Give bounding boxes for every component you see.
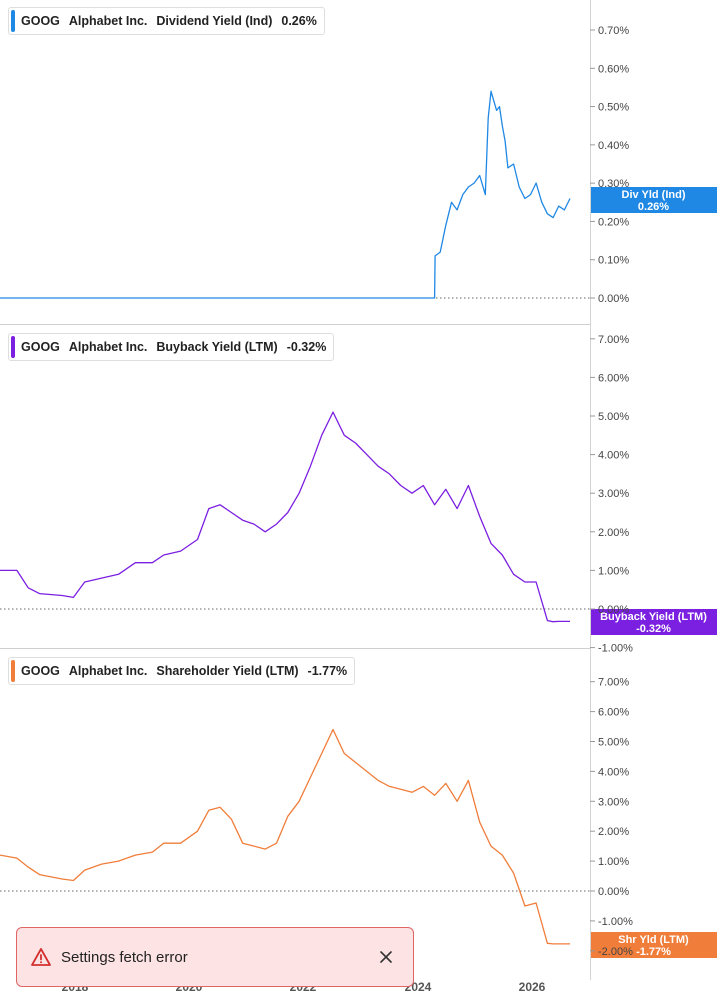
y-tick-label: 0.30%: [598, 178, 629, 190]
y-tick-label: 7.00%: [598, 677, 629, 689]
charts-svg: 0.00% 0.10% 0.20% 0.30% 0.40% 0.50% 0.60% 0.70%…: [0, 25, 633, 958]
x-tick-label: 2026: [518, 980, 546, 994]
y-tick-label: 0.40%: [598, 140, 629, 152]
series-line-dividend: [0, 90, 571, 299]
y-tick-label: 0.00%: [598, 886, 629, 898]
y-tick-label: 7.00%: [598, 334, 629, 346]
y-tick-label: 2.00%: [598, 527, 629, 539]
y-tick-label: 0.50%: [598, 102, 629, 114]
series-line-shareholder: [0, 728, 570, 945]
y-tick-label: 1.00%: [598, 856, 629, 868]
series-line-buyback: [0, 411, 570, 623]
close-icon[interactable]: [379, 950, 393, 964]
y-tick-label: -1.00%: [598, 643, 633, 655]
y-tick-label: 6.00%: [598, 372, 629, 384]
y-tick-label: 5.00%: [598, 737, 629, 749]
y-tick-label: -2.00%: [598, 946, 633, 958]
y-tick-label: 0.60%: [598, 63, 629, 75]
error-toast: Settings fetch error: [16, 927, 414, 987]
y-tick-label: 0.20%: [598, 216, 629, 228]
y-tick-label: 0.00%: [598, 604, 629, 616]
y-tick-label: 3.00%: [598, 488, 629, 500]
y-tick-label: 2.00%: [598, 826, 629, 838]
y-tick-label: 1.00%: [598, 565, 629, 577]
y-tick-label: 3.00%: [598, 796, 629, 808]
y-tick-label: 6.00%: [598, 707, 629, 719]
warning-icon: [31, 948, 51, 966]
toast-message: Settings fetch error: [61, 948, 188, 966]
y-tick-label: -1.00%: [598, 916, 633, 928]
y-tick-label: 0.10%: [598, 255, 629, 267]
y-tick-label: 4.00%: [598, 450, 629, 462]
y-tick-label: 5.00%: [598, 411, 629, 423]
y-tick-label: 4.00%: [598, 766, 629, 778]
y-tick-label: 0.00%: [598, 293, 629, 305]
y-tick-label: 0.70%: [598, 25, 629, 37]
